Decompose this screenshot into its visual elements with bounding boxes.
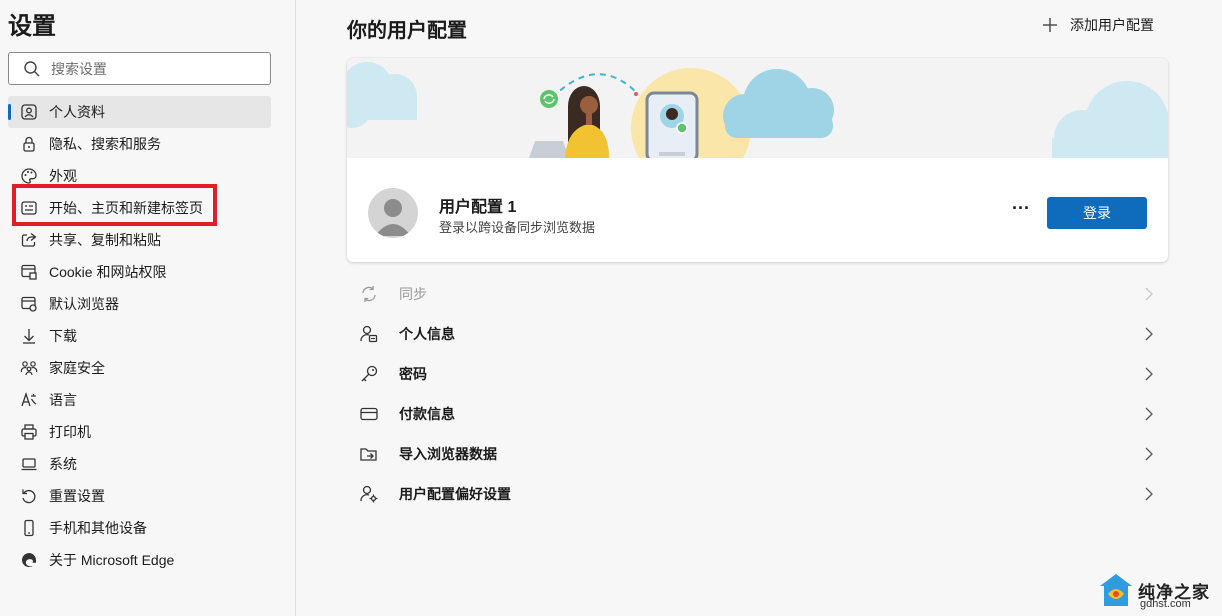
sidebar-item-phone[interactable]: 手机和其他设备 [8,512,271,544]
family-icon [20,359,38,377]
watermark: 纯净之家 gdhst.com [1094,570,1219,614]
laptop-icon [20,455,38,473]
language-icon [20,391,38,409]
sidebar-item-label: 家庭安全 [49,360,105,376]
sidebar-item-share[interactable]: 共享、复制和粘贴 [8,224,271,256]
sidebar-item-label: 打印机 [49,424,91,440]
card-icon [359,404,379,424]
profile-icon [20,103,38,121]
sidebar-item-label: 共享、复制和粘贴 [49,232,161,248]
page-title: 你的用户配置 [347,20,467,42]
printer-icon [20,423,38,441]
settings-row-payment[interactable]: 付款信息 [347,394,1168,434]
sidebar-item-label: 关于 Microsoft Edge [49,552,175,568]
sidebar-item-reset[interactable]: 重置设置 [8,480,271,512]
sidebar-nav: 个人资料 隐私、搜索和服务 外观 开始、主页和新建标签页 共享、复制和粘贴 Co… [8,96,271,576]
settings-row-label: 用户配置偏好设置 [399,486,511,502]
sidebar-item-about[interactable]: 关于 Microsoft Edge [8,544,271,576]
watermark-logo-icon [1100,574,1132,606]
sidebar-item-printers[interactable]: 打印机 [8,416,271,448]
login-button[interactable]: 登录 [1047,197,1147,229]
share-icon [20,231,38,249]
settings-row-sync: 同步 [347,274,1168,314]
add-profile-button[interactable]: 添加用户配置 [1042,15,1154,35]
chevron-right-icon [1145,447,1153,461]
settings-row-label: 导入浏览器数据 [399,446,497,462]
edge-icon [20,551,38,569]
sidebar-item-label: 默认浏览器 [49,296,119,312]
settings-row-profile-preferences[interactable]: 用户配置偏好设置 [347,474,1168,514]
sidebar-item-label: 重置设置 [49,488,105,504]
add-profile-label: 添加用户配置 [1070,17,1154,33]
import-icon [359,444,379,464]
profile-card: 用户配置 1 登录以跨设备同步浏览数据 ··· 登录 [347,58,1168,262]
settings-row-import[interactable]: 导入浏览器数据 [347,434,1168,474]
sidebar-item-downloads[interactable]: 下载 [8,320,271,352]
plus-icon [1043,18,1057,32]
sidebar-item-cookies[interactable]: Cookie 和网站权限 [8,256,271,288]
sidebar: 设置 个人资料 隐私、搜索和服务 外观 [0,0,296,616]
palette-icon [20,167,38,185]
banner-illustration [347,62,1168,158]
sidebar-item-language[interactable]: 语言 [8,384,271,416]
settings-row-personal-info[interactable]: 个人信息 [347,314,1168,354]
sidebar-item-label: 语言 [49,392,77,408]
profile-subtitle: 登录以跨设备同步浏览数据 [439,220,596,235]
chevron-right-icon [1145,487,1153,501]
key-icon [359,364,379,384]
sidebar-item-profile[interactable]: 个人资料 [8,96,271,128]
lock-icon [20,135,38,153]
search-box[interactable] [8,52,271,85]
sidebar-item-default-browser[interactable]: 默认浏览器 [8,288,271,320]
browser-icon [20,295,38,313]
profile-prefs-icon [359,484,379,504]
phone-icon [20,519,38,537]
sync-icon [359,284,379,304]
personal-info-icon [359,324,379,344]
sidebar-item-label: 外观 [49,168,77,184]
settings-row-passwords[interactable]: 密码 [347,354,1168,394]
settings-row-label: 密码 [399,366,427,382]
watermark-url: gdhst.com [1140,598,1191,610]
download-icon [20,327,38,345]
sidebar-title: 设置 [8,13,56,40]
chevron-right-icon [1145,327,1153,341]
sidebar-item-family[interactable]: 家庭安全 [8,352,271,384]
settings-row-label: 付款信息 [399,406,455,422]
highlight-box [12,184,217,226]
profile-banner [347,58,1168,158]
chevron-right-icon [1145,287,1153,301]
settings-row-label: 同步 [399,286,427,302]
sidebar-item-label: 个人资料 [49,104,105,120]
sidebar-item-label: 下载 [49,328,77,344]
chevron-right-icon [1145,367,1153,381]
sidebar-item-privacy[interactable]: 隐私、搜索和服务 [8,128,271,160]
main-content: 你的用户配置 添加用户配置 用户配置 1 登录以跨设备同步浏览数据 ··· 登录… [297,0,1222,616]
sidebar-item-label: 手机和其他设备 [49,520,147,536]
profile-name: 用户配置 1 [439,199,517,216]
site-permissions-icon [20,263,38,281]
more-options-button[interactable]: ··· [1007,199,1035,224]
sidebar-item-label: 系统 [49,456,77,472]
chevron-right-icon [1145,407,1153,421]
sidebar-item-label: Cookie 和网站权限 [49,264,167,280]
reset-icon [20,487,38,505]
sidebar-item-label: 隐私、搜索和服务 [49,136,161,152]
search-icon [24,60,40,76]
search-input[interactable] [51,60,251,77]
avatar [368,188,418,238]
sidebar-item-system[interactable]: 系统 [8,448,271,480]
settings-row-label: 个人信息 [399,326,455,342]
profile-settings-list: 同步 个人信息 密码 付款信息 导入浏览器数据 用户配置偏好设置 [347,274,1168,514]
